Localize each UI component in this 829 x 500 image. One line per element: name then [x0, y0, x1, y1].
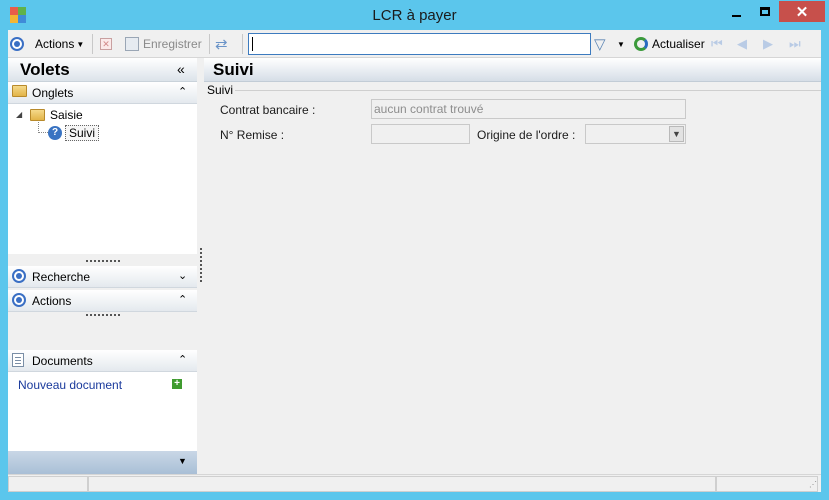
title-bar[interactable]: LCR à payer ✕ [0, 0, 829, 30]
remise-label: N° Remise : [220, 128, 285, 142]
section-onglets[interactable]: Onglets ⌃ [8, 82, 197, 104]
refresh-icon [634, 37, 648, 51]
last-record-button[interactable]: ⏭ [789, 34, 801, 54]
minimize-icon [732, 14, 741, 17]
options-circle-icon [12, 269, 26, 283]
volets-title: Volets [20, 60, 70, 79]
chevron-up-icon[interactable]: ⌃ [178, 293, 187, 306]
status-cell [716, 476, 818, 492]
help-icon: ? [48, 126, 62, 140]
splitter-grip[interactable] [86, 314, 120, 316]
volets-header: Volets « [8, 58, 197, 82]
new-document-link[interactable]: Nouveau document [18, 378, 122, 392]
options-circle-icon [12, 293, 26, 307]
toolbar-separator [242, 34, 243, 54]
chevron-up-icon[interactable]: ⌃ [178, 353, 187, 366]
tree-node-suivi[interactable]: ? Suivi [48, 125, 100, 141]
client-area: Actions ▼ ✕ Enregistrer ⇄ ▽ ▼ Actualiser… [8, 30, 821, 492]
main-panel: Suivi Suivi Contrat bancaire : aucun con… [204, 58, 821, 474]
filter-dropdown-button[interactable]: ▼ [617, 34, 625, 54]
refresh-button[interactable]: Actualiser [634, 34, 705, 54]
save-button[interactable]: Enregistrer [125, 34, 202, 54]
maximize-button[interactable] [751, 1, 778, 22]
page-title: Suivi [213, 60, 254, 79]
remise-field[interactable] [371, 124, 470, 144]
status-bar: ⋰ [8, 474, 821, 492]
actions-menu-icon-button[interactable] [10, 34, 24, 54]
next-icon: ▶ [763, 36, 773, 51]
minimize-button[interactable] [723, 1, 750, 22]
sync-button[interactable]: ⇄ [215, 34, 228, 54]
delete-icon: ✕ [100, 38, 112, 50]
options-circle-icon [10, 37, 24, 51]
first-icon: ⏮ [711, 36, 723, 51]
chevron-down-icon[interactable]: ▼ [669, 126, 684, 142]
tree-node-suivi-label: Suivi [65, 125, 100, 141]
section-recherche-label: Recherche [32, 270, 91, 284]
delete-button[interactable]: ✕ [100, 34, 112, 54]
add-icon[interactable]: + [172, 379, 182, 389]
status-cell [8, 476, 88, 492]
vertical-splitter-grip[interactable] [200, 248, 202, 282]
toolbar-separator [92, 34, 93, 54]
filter-button[interactable]: ▽ [594, 34, 606, 54]
chevron-down-icon: ▼ [617, 39, 625, 49]
folder-icon [30, 109, 45, 121]
collapse-panel-icon[interactable]: « [177, 61, 185, 77]
actions-label: Actions [35, 37, 75, 51]
filter-icon: ▽ [594, 36, 606, 53]
splitter-grip[interactable] [86, 260, 120, 262]
section-actions[interactable]: Actions ⌃ [8, 290, 197, 312]
chevron-up-icon[interactable]: ⌃ [178, 85, 187, 98]
side-panel: Volets « Onglets ⌃ ◢ Saisie ? Suivi Rech… [8, 58, 202, 474]
resize-grip-icon[interactable]: ⋰ [809, 480, 819, 490]
refresh-label: Actualiser [652, 37, 705, 51]
section-documents[interactable]: Documents ⌃ [8, 350, 197, 372]
chevron-down-icon[interactable]: ▼ [178, 456, 187, 466]
tree-expander-icon[interactable]: ◢ [16, 110, 22, 119]
chevron-down-icon: ▼ [76, 39, 85, 49]
next-record-button[interactable]: ▶ [763, 34, 773, 54]
search-input[interactable] [248, 33, 591, 55]
section-documents-label: Documents [32, 354, 93, 368]
previous-icon: ◀ [737, 36, 747, 51]
contrat-field[interactable]: aucun contrat trouvé [371, 99, 686, 119]
maximize-icon [759, 7, 770, 16]
section-actions-label: Actions [32, 294, 72, 308]
toolbar: Actions ▼ ✕ Enregistrer ⇄ ▽ ▼ Actualiser… [8, 30, 821, 58]
side-panel-footer[interactable]: ▼ [8, 451, 197, 474]
app-window: LCR à payer ✕ Actions ▼ ✕ Enregistrer ⇄ … [0, 0, 829, 500]
contrat-label: Contrat bancaire : [220, 103, 316, 117]
section-onglets-label: Onglets [32, 86, 74, 100]
tabs-tree: ◢ Saisie ? Suivi [8, 104, 197, 254]
close-button[interactable]: ✕ [779, 1, 825, 22]
contrat-value: aucun contrat trouvé [374, 102, 484, 116]
tree-node-saisie-label: Saisie [50, 108, 83, 122]
tree-node-saisie[interactable]: Saisie [30, 107, 83, 123]
group-title: Suivi [207, 83, 234, 97]
folder-icon [12, 85, 27, 97]
tree-connector [38, 122, 48, 133]
section-recherche[interactable]: Recherche ⌄ [8, 266, 197, 288]
main-header: Suivi [204, 58, 821, 82]
text-cursor [252, 37, 253, 51]
previous-record-button[interactable]: ◀ [737, 34, 747, 54]
status-cell [88, 476, 716, 492]
first-record-button[interactable]: ⏮ [711, 34, 723, 54]
toolbar-separator [209, 34, 210, 54]
origine-label: Origine de l'ordre : [477, 128, 576, 142]
save-label: Enregistrer [143, 37, 202, 51]
document-icon [12, 353, 24, 367]
origine-select[interactable]: ▼ [585, 124, 686, 144]
chevron-down-double-icon[interactable]: ⌄ [178, 269, 187, 282]
last-icon: ⏭ [789, 36, 801, 51]
group-divider [235, 90, 821, 91]
window-title: LCR à payer [372, 7, 457, 24]
save-icon [125, 37, 139, 51]
sync-icon: ⇄ [215, 36, 228, 53]
close-icon: ✕ [795, 3, 809, 21]
actions-dropdown-button[interactable]: Actions ▼ [35, 34, 84, 54]
